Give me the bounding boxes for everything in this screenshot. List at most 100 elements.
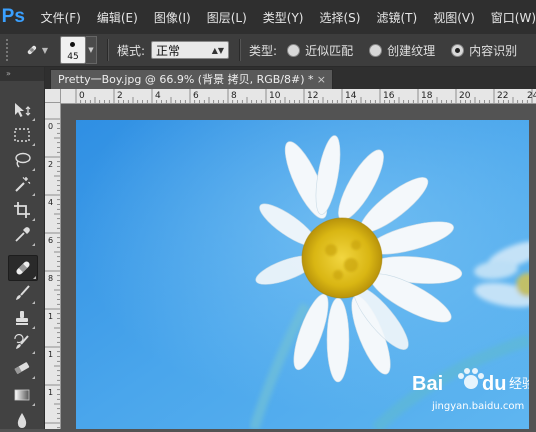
history-brush-icon [14,334,29,349]
tool-move[interactable] [8,98,36,122]
tools-panel-collapse[interactable]: » [0,67,44,81]
tool-eyedropper[interactable] [8,223,36,247]
clone-stamp-icon [16,311,28,325]
horizontal-ruler-ticks: 0 2 4 6 8 10 12 14 16 18 20 22 24 [75,89,536,103]
tool-preset-picker[interactable]: ▼ [26,39,48,61]
tool-more-indicator [32,376,35,379]
tool-eraser[interactable] [8,356,36,380]
tool-more-indicator [32,301,35,304]
ruler-label: 1 [48,388,53,397]
ruler-label: 2 [117,91,123,101]
vertical-ruler[interactable]: 0 2 4 6 8 1 1 1 [45,103,61,429]
blur-icon [17,413,27,428]
lasso-icon [15,152,31,168]
watermark-cn: 经验 [509,376,529,392]
options-bar: ▼ 45 ▼ 模式: 正常 ▲▼ 类型: 近似匹配 创建纹理 内容识别 [0,34,536,67]
radio-label-proximity-match: 近似匹配 [305,43,354,58]
document-tab-title: Pretty一Boy.jpg @ 66.9% (背景 拷贝, RGB/8#) * [58,73,314,86]
tool-lasso[interactable] [8,148,36,172]
photoshop-logo: Ps [1,6,25,27]
menu-edit[interactable]: 编辑(E) [97,9,138,26]
tool-spot-healing-brush[interactable] [8,255,38,281]
eraser-icon [14,362,30,375]
ruler-label: 8 [231,91,237,101]
move-icon [15,103,31,117]
tool-more-indicator [32,351,35,354]
ruler-label: 1 [48,350,53,359]
radio-label-content-aware: 内容识别 [469,43,518,58]
radio-create-texture[interactable] [369,43,383,57]
menu-type[interactable]: 类型(Y) [263,9,304,26]
divider [107,39,109,61]
radio-proximity-match[interactable] [287,43,301,57]
ruler-label: 6 [48,236,53,245]
ruler-label: 10 [269,91,281,101]
ruler-label: 4 [48,198,53,207]
horizontal-ruler[interactable]: 0 2 4 6 8 10 12 14 16 18 20 22 24 [61,89,536,104]
gradient-icon [14,389,30,401]
menu-view[interactable]: 视图(V) [433,9,475,26]
tool-more-indicator [32,143,35,146]
ruler-label: 16 [383,91,395,101]
tool-more-indicator [32,403,35,406]
radio-label-create-texture: 创建纹理 [387,43,436,58]
tool-magic-wand[interactable] [8,173,36,197]
tool-gradient[interactable] [8,383,36,407]
ruler-label: 8 [48,274,53,283]
tool-rectangular-marquee[interactable] [8,123,36,147]
brush-size-picker[interactable]: 45 [60,36,86,64]
magic-wand-icon [15,177,31,192]
tool-more-indicator [32,168,35,171]
menu-bar: Ps 文件(F) 编辑(E) 图像(I) 图层(L) 类型(Y) 选择(S) 滤… [0,0,536,34]
tool-brush[interactable] [8,281,36,305]
radio-content-aware[interactable] [451,43,465,57]
ruler-origin[interactable] [45,89,61,103]
mode-select[interactable]: 正常 ▲▼ [151,41,230,59]
tool-blur[interactable] [8,408,36,432]
ruler-label: 20 [459,91,471,101]
menu-file[interactable]: 文件(F) [41,9,81,26]
ruler-label: 24 [527,91,536,101]
tool-crop[interactable] [8,198,36,222]
crop-icon [14,202,30,218]
ruler-label: 2 [48,160,53,169]
tool-more-indicator [32,118,35,121]
document-canvas[interactable]: Bai du 经验 jingyan.baidu.com [76,120,529,429]
ruler-label: 0 [79,91,85,101]
menu-select[interactable]: 选择(S) [320,9,361,26]
tool-more-indicator [32,218,35,221]
options-bar-grip[interactable] [6,39,14,61]
vertical-ruler-ticks: 0 2 4 6 8 1 1 1 [45,118,60,429]
menu-layer[interactable]: 图层(L) [207,9,247,26]
tool-clone-stamp[interactable] [8,306,36,330]
ruler-label: 22 [497,91,508,101]
spot-healing-brush-icon [27,45,37,55]
ruler-label: 18 [421,91,433,101]
tool-history-brush[interactable] [8,331,36,355]
tool-more-indicator [32,326,35,329]
menu-window[interactable]: 窗口(W) [491,9,536,26]
flower-photo: Bai du 经验 jingyan.baidu.com [76,120,529,429]
ruler-label: 12 [307,91,318,101]
ruler-label: 4 [155,91,161,101]
spot-healing-brush-icon [16,261,30,275]
brush-tip-icon [70,42,75,47]
close-icon[interactable]: × [317,70,326,90]
select-arrows-icon: ▲▼ [211,45,225,55]
tool-more-indicator [33,276,36,279]
brush-dropdown-arrow[interactable]: ▼ [86,36,97,64]
tools-panel: » [0,67,45,429]
rectangular-marquee-icon [14,128,30,142]
type-label: 类型: [249,43,278,58]
ruler-label: 1 [48,312,53,321]
watermark-du: du [482,373,506,395]
document-tab-bar: Pretty一Boy.jpg @ 66.9% (背景 拷贝, RGB/8#) *… [45,67,536,89]
eyedropper-icon [15,227,30,242]
ruler-label: 14 [345,91,357,101]
menu-filter[interactable]: 滤镜(T) [376,9,417,26]
menu-image[interactable]: 图像(I) [154,9,191,26]
document-tab[interactable]: Pretty一Boy.jpg @ 66.9% (背景 拷贝, RGB/8#) *… [50,69,333,89]
mode-value: 正常 [156,43,181,58]
watermark-url: jingyan.baidu.com [431,401,524,412]
tool-more-indicator [32,243,35,246]
